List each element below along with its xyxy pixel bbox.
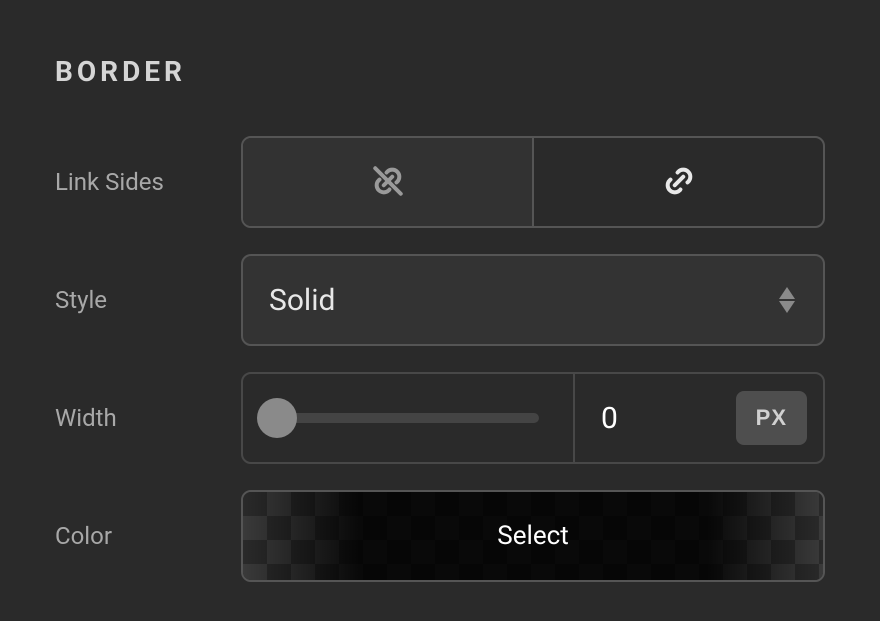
slider-track <box>277 413 539 423</box>
label-color: Color <box>55 522 241 550</box>
toggle-unlink-button[interactable] <box>243 138 534 226</box>
width-unit-button[interactable]: PX <box>736 391 807 445</box>
style-select[interactable]: Solid <box>241 254 825 346</box>
link-icon <box>662 164 696 201</box>
label-style: Style <box>55 286 241 314</box>
label-width: Width <box>55 404 241 432</box>
toggle-link-button[interactable] <box>534 138 823 226</box>
row-link-sides: Link Sides <box>55 136 825 228</box>
style-select-value: Solid <box>269 283 335 318</box>
toggle-group-link-sides <box>241 136 825 228</box>
color-select-button[interactable]: Select <box>241 490 825 582</box>
width-value-area: 0 PX <box>575 374 823 462</box>
select-chevrons-icon <box>777 287 797 313</box>
section-title-border: BORDER <box>55 55 825 88</box>
label-link-sides: Link Sides <box>55 168 241 196</box>
color-select-label: Select <box>497 521 568 551</box>
width-control-group: 0 PX <box>241 372 825 464</box>
row-color: Color Select <box>55 490 825 582</box>
link-broken-icon <box>371 164 405 201</box>
width-slider[interactable] <box>243 374 575 462</box>
slider-thumb[interactable] <box>257 398 297 438</box>
row-width: Width 0 PX <box>55 372 825 464</box>
row-style: Style Solid <box>55 254 825 346</box>
width-value-input[interactable]: 0 <box>601 401 618 436</box>
